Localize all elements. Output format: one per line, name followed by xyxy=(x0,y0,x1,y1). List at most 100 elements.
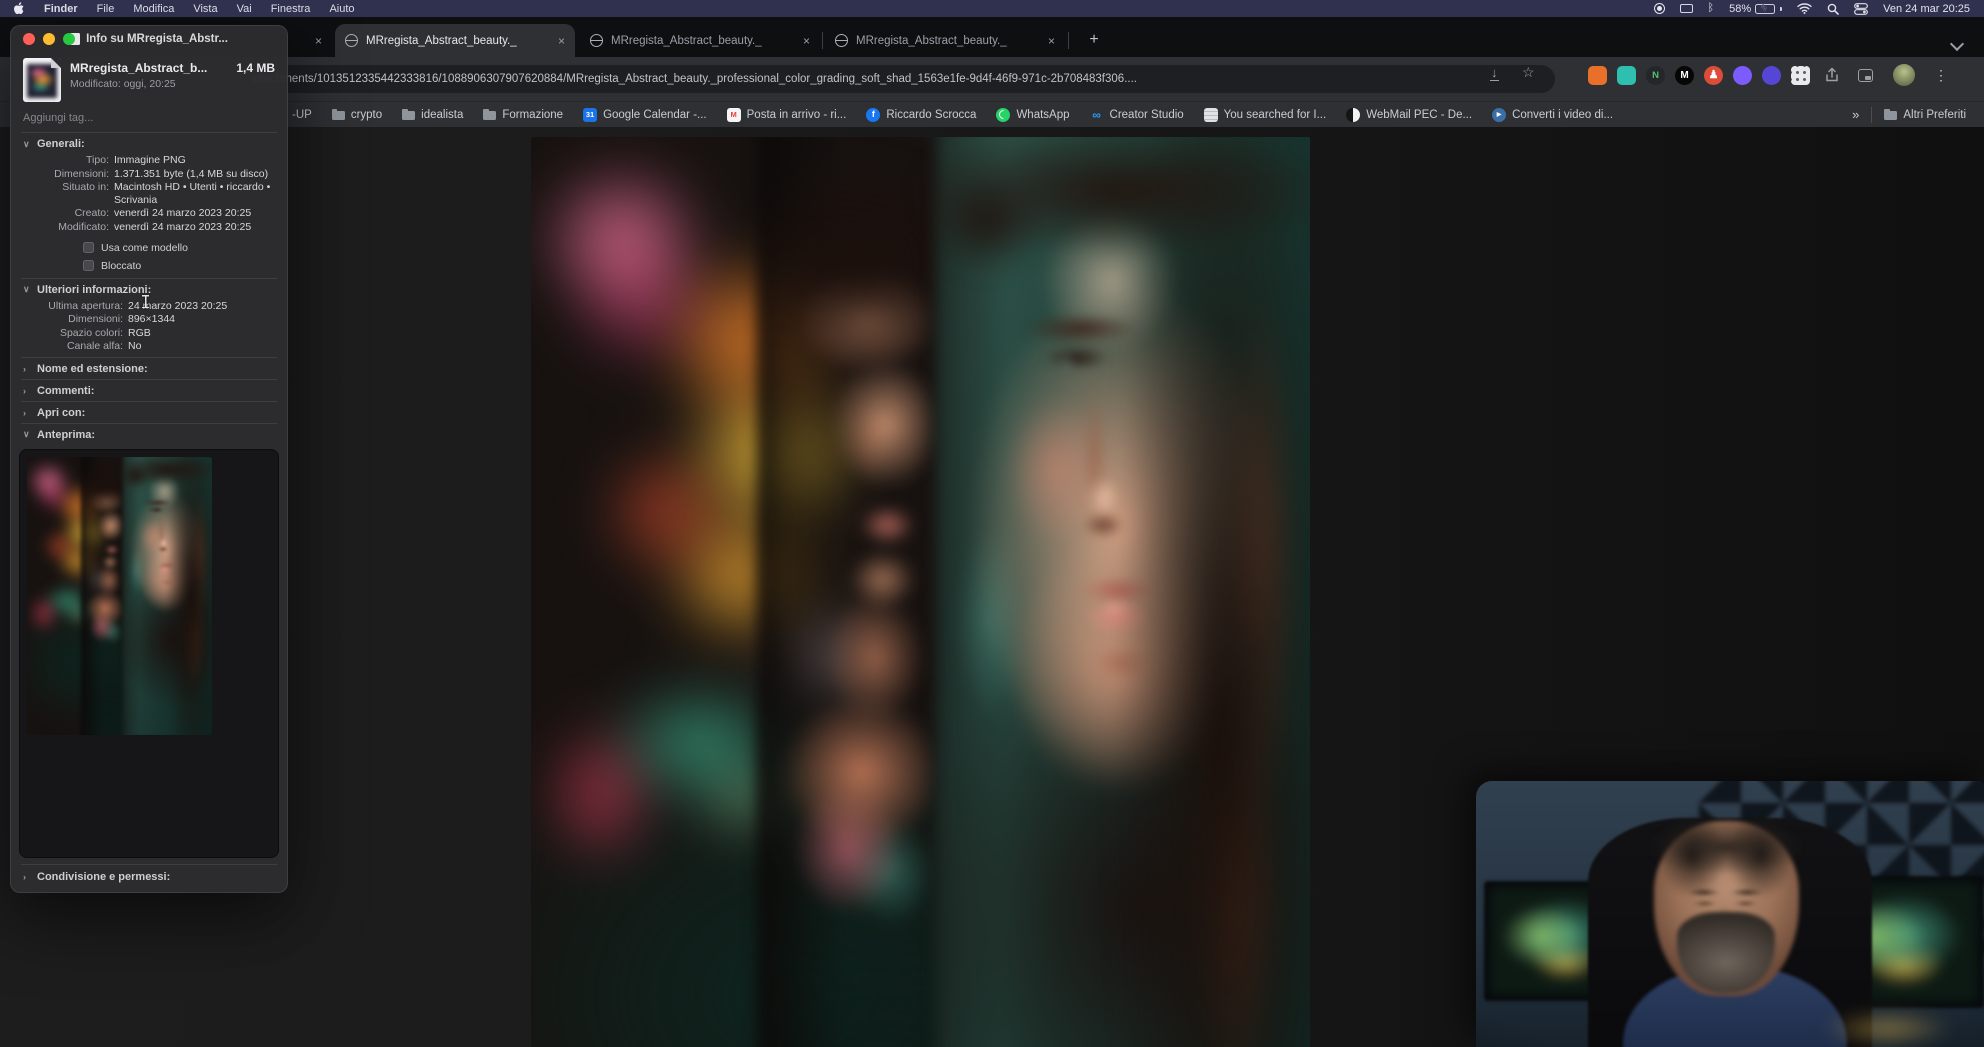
file-modified: Modificato: oggi, 20:25 xyxy=(70,78,176,90)
section-collapsed-header[interactable]: › Apri con: xyxy=(23,407,275,419)
bookmarks-right: » Altri Preferiti xyxy=(1852,106,1966,123)
share-icon[interactable] xyxy=(1824,67,1840,83)
section-title: Nome ed estensione: xyxy=(37,362,148,375)
section-title: Condivisione e permessi: xyxy=(37,871,171,883)
menubar-clock[interactable]: Ven 24 mar 20:25 xyxy=(1883,3,1970,15)
bookmark-item[interactable]: WebMail PEC - De... xyxy=(1346,107,1472,122)
new-tab-button[interactable]: + xyxy=(1082,28,1106,52)
tab-2[interactable]: MRregista_Abstract_beauty._ × xyxy=(580,24,820,57)
control-center-icon[interactable] xyxy=(1854,2,1869,15)
extensions-row: N M ♟ ⋮ xyxy=(1588,64,1948,86)
display-icon[interactable] xyxy=(1679,4,1693,13)
battery-status[interactable]: 58% ϟ xyxy=(1729,3,1783,15)
bookmark-item[interactable]: ▶ Converti i video di... xyxy=(1492,107,1614,122)
apple-icon xyxy=(14,2,24,14)
wifi-icon[interactable] xyxy=(1797,3,1812,14)
extension-icon[interactable] xyxy=(1791,65,1810,85)
tab-close-icon[interactable]: × xyxy=(1048,34,1055,48)
download-icon[interactable]: ↓ xyxy=(1490,66,1499,81)
bookmark-item[interactable]: ∞ Creator Studio xyxy=(1090,108,1183,122)
tab-close-icon[interactable]: × xyxy=(315,34,322,48)
bookmark-label: Converti i video di... xyxy=(1512,108,1614,121)
extension-icon[interactable]: M xyxy=(1675,65,1694,85)
bookmark-item[interactable]: WhatsApp xyxy=(996,107,1070,122)
general-rows: Tipo: Immagine PNG Dimensioni: 1.371.351 b… xyxy=(23,154,275,234)
bookmarks-bar: -UP crypto idealista Formazione 31 Google… xyxy=(0,101,1984,127)
zoom-button[interactable] xyxy=(63,33,75,45)
bookmark-item[interactable]: You searched for I... xyxy=(1203,107,1326,122)
bookmark-star-icon[interactable]: ☆ xyxy=(1522,64,1535,81)
extension-icon[interactable] xyxy=(1588,65,1607,85)
tab-search-chevron-icon[interactable] xyxy=(1949,36,1965,52)
minimize-button[interactable] xyxy=(43,33,55,45)
menubar-item-aiuto[interactable]: Aiuto xyxy=(329,3,354,15)
section-collapsed-header[interactable]: › Commenti: xyxy=(23,385,275,397)
bookmark-item[interactable]: M Posta in arrivo - ri... xyxy=(726,107,846,122)
row-value: Macintosh HD • Utenti • riccardo • Scriv… xyxy=(114,181,271,206)
bookmark-folder[interactable]: idealista xyxy=(402,108,464,121)
section-name-extension: › Nome ed estensione: xyxy=(11,358,287,379)
row-label: Creato: xyxy=(74,207,109,220)
tab-divider xyxy=(822,32,823,49)
bookmark-folder[interactable]: Formazione xyxy=(483,108,563,121)
tab-active[interactable]: MRregista_Abstract_beauty._ × xyxy=(335,24,575,57)
close-button[interactable] xyxy=(23,33,35,45)
menubar-item-file[interactable]: File xyxy=(97,3,115,15)
extension-icon[interactable] xyxy=(1762,65,1781,85)
section-collapsed-header[interactable]: › Nome ed estensione: xyxy=(23,363,275,375)
extension-icon[interactable]: ♟ xyxy=(1704,65,1723,85)
apple-menu[interactable] xyxy=(14,2,25,15)
battery-icon: ϟ xyxy=(1755,3,1776,14)
bookmarks-overflow-icon[interactable]: » xyxy=(1852,107,1859,122)
section-preview-header[interactable]: ∨ Anteprima: xyxy=(23,429,275,441)
bookmark-item[interactable]: f Riccardo Scrocca xyxy=(866,107,976,122)
checkbox-icon[interactable] xyxy=(83,260,94,272)
menubar-item-modifica[interactable]: Modifica xyxy=(133,3,174,15)
spotlight-search-icon[interactable] xyxy=(1827,3,1839,15)
midjourney-artwork-image[interactable] xyxy=(531,137,1310,1047)
globe-favicon-icon xyxy=(835,34,848,47)
section-general-header[interactable]: ∨ Generali: xyxy=(23,138,275,150)
row-label: Dimensioni: xyxy=(68,313,123,326)
webpage-icon xyxy=(1203,107,1218,122)
checkbox-icon[interactable] xyxy=(83,242,94,254)
browser-tabstrip: ney × MRregista_Abstract_beauty._ × MRre… xyxy=(0,17,1984,57)
section-more-info-header[interactable]: ∨ Ulteriori informazioni: xyxy=(23,284,275,296)
picture-in-picture-icon[interactable] xyxy=(1858,68,1873,82)
menubar-item-finestra[interactable]: Finestra xyxy=(271,3,311,15)
row-value: 896×1344 xyxy=(128,313,176,326)
bookmark-item[interactable]: -UP xyxy=(292,109,312,121)
tab-label: MRregista_Abstract_beauty._ xyxy=(611,34,762,47)
stationery-pad-checkbox[interactable]: Usa come modello xyxy=(83,242,275,254)
menubar-item-vai[interactable]: Vai xyxy=(237,3,252,15)
extension-icon[interactable] xyxy=(1617,65,1636,85)
tab-3[interactable]: MRregista_Abstract_beauty._ × xyxy=(825,24,1065,57)
bookmark-folder[interactable]: crypto xyxy=(331,108,383,121)
file-size: 1,4 MB xyxy=(236,61,275,75)
menubar-item-vista[interactable]: Vista xyxy=(193,3,217,15)
extension-icon[interactable]: N xyxy=(1646,65,1665,85)
tab-close-icon[interactable]: × xyxy=(558,34,565,48)
desktop: Finder File Modifica Vista Vai Finestra … xyxy=(0,0,1984,1047)
window-titlebar[interactable]: Info su MRregista_Abstr... xyxy=(11,26,287,52)
address-bar[interactable]: attachments/1013512335442333816/10889063… xyxy=(237,65,1555,93)
disclosure-open-icon: ∨ xyxy=(23,284,30,295)
row-value: RGB xyxy=(128,326,151,339)
bookmark-label: idealista xyxy=(421,108,464,121)
other-bookmarks-folder[interactable]: Altri Preferiti xyxy=(1884,108,1966,121)
profile-avatar[interactable] xyxy=(1893,64,1915,86)
browser-menu-icon[interactable]: ⋮ xyxy=(1934,68,1948,82)
bluetooth-icon[interactable]: ᛒ xyxy=(1708,3,1715,14)
locked-checkbox[interactable]: Bloccato xyxy=(83,260,275,272)
bookmark-label: crypto xyxy=(350,108,383,121)
tab-close-icon[interactable]: × xyxy=(803,34,810,48)
extension-icon[interactable] xyxy=(1733,65,1752,85)
section-more-info: ∨ Ulteriori informazioni: Ultima apertur… xyxy=(11,279,287,357)
screen-record-icon[interactable] xyxy=(1653,3,1665,14)
section-sharing-header[interactable]: › Condivisione e permessi: xyxy=(23,871,275,883)
bookmark-label: Altri Preferiti xyxy=(1903,108,1966,121)
menubar-item-finder[interactable]: Finder xyxy=(44,3,78,15)
add-tags-input[interactable] xyxy=(23,112,275,124)
disclosure-open-icon: ∨ xyxy=(23,429,30,440)
bookmark-item[interactable]: 31 Google Calendar -... xyxy=(583,107,707,122)
